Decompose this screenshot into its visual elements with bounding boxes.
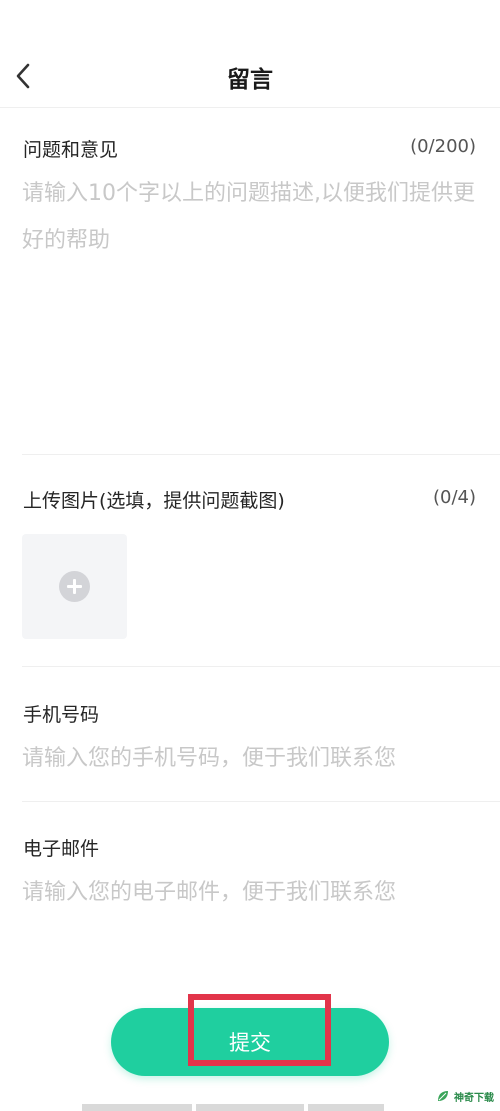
watermark-text: 神奇下载	[454, 1092, 494, 1104]
header-bar: 留言	[0, 0, 500, 108]
bottom-bar	[82, 1104, 192, 1111]
phone-input[interactable]	[22, 738, 477, 778]
email-label: 电子邮件	[23, 838, 100, 860]
feedback-textarea[interactable]	[22, 170, 477, 440]
plus-circle-icon	[59, 571, 90, 602]
divider	[22, 801, 500, 802]
bottom-bar	[308, 1104, 384, 1111]
bottom-bar	[196, 1104, 304, 1111]
feedback-page: 留言 问题和意见 (0/200) 上传图片(选填，提供问题截图) (0/4) 手…	[0, 0, 500, 1111]
feedback-label: 问题和意见	[23, 139, 119, 161]
watermark: 神奇下载	[436, 1085, 494, 1107]
email-input[interactable]	[22, 872, 477, 912]
add-image-button[interactable]	[22, 534, 127, 639]
leaf-logo-icon	[438, 1091, 448, 1101]
page-title: 留言	[227, 67, 273, 93]
upload-label: 上传图片(选填，提供问题截图)	[23, 490, 285, 512]
phone-label: 手机号码	[23, 704, 100, 726]
upload-counter: (0/4)	[432, 487, 476, 508]
feedback-char-counter: (0/200)	[410, 136, 476, 157]
submit-button[interactable]: 提交	[111, 1008, 389, 1076]
divider	[22, 666, 500, 667]
divider	[22, 454, 500, 455]
